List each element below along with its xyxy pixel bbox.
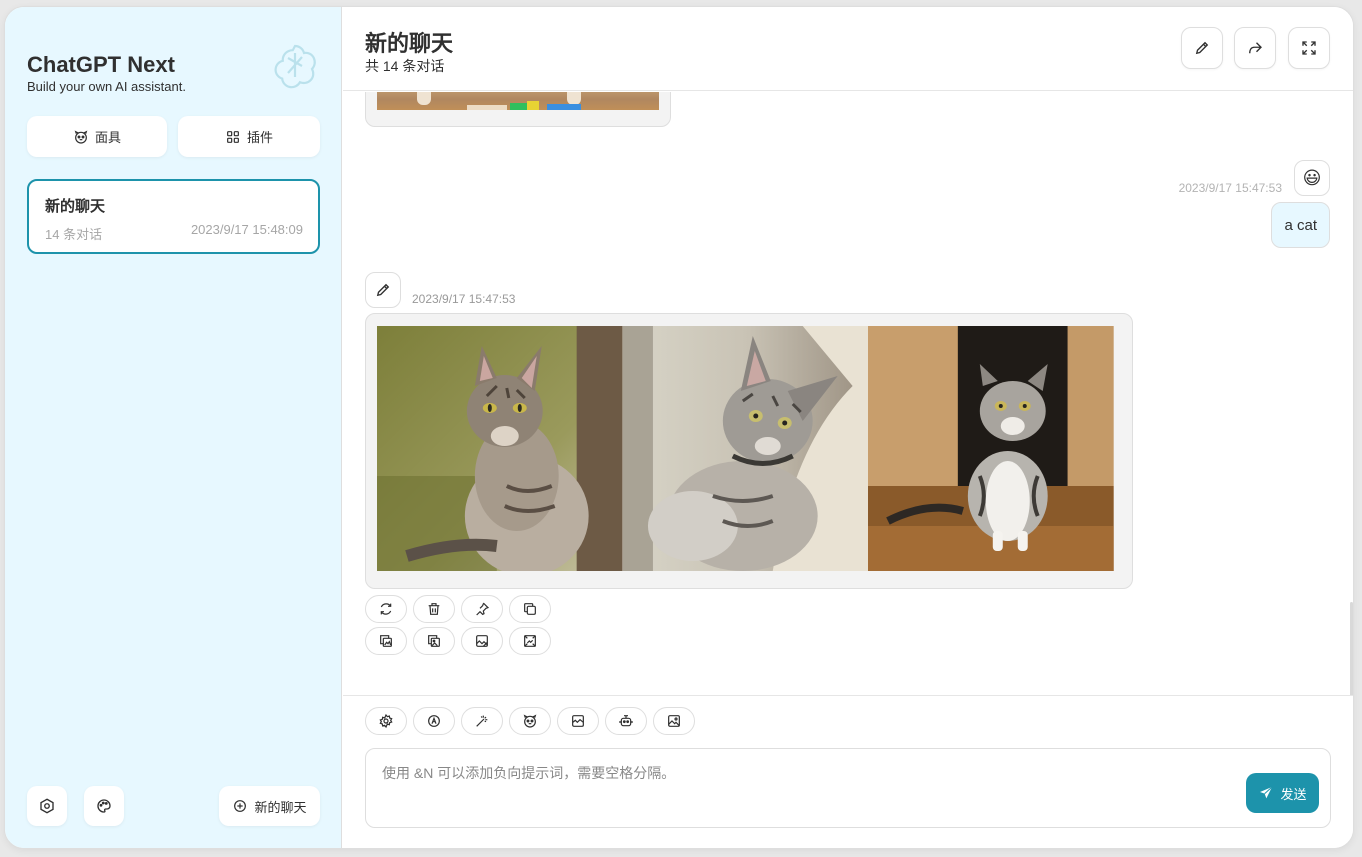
upload-image-button[interactable] bbox=[653, 707, 695, 735]
prompt-hints-button[interactable] bbox=[461, 707, 503, 735]
chat-item-count: 14 条对话 bbox=[45, 227, 103, 242]
brand-subtitle: Build your own AI assistant. bbox=[27, 79, 186, 94]
fullscreen-button[interactable] bbox=[1288, 27, 1330, 69]
settings-button[interactable] bbox=[27, 786, 67, 826]
theme-button[interactable] bbox=[84, 786, 124, 826]
masks-button[interactable]: 面具 bbox=[27, 116, 167, 157]
plugins-button[interactable]: 插件 bbox=[178, 116, 320, 157]
mask-icon bbox=[523, 714, 537, 728]
new-chat-button[interactable]: 新的聊天 bbox=[219, 786, 320, 826]
send-button[interactable]: 发送 bbox=[1246, 773, 1319, 813]
generated-image[interactable] bbox=[868, 326, 1114, 571]
openai-logo-icon bbox=[274, 44, 316, 89]
images-stack-icon bbox=[428, 635, 440, 647]
input-toolbar bbox=[365, 707, 695, 735]
generated-image[interactable] bbox=[622, 326, 869, 571]
pin-icon bbox=[476, 602, 490, 616]
palette-icon bbox=[97, 799, 111, 813]
copy-button[interactable] bbox=[509, 595, 551, 623]
trash-icon bbox=[428, 603, 440, 615]
chat-input-box: 发送 bbox=[365, 748, 1331, 828]
refresh-icon bbox=[380, 603, 392, 615]
generated-image[interactable] bbox=[377, 326, 623, 571]
rename-button[interactable] bbox=[1181, 27, 1223, 69]
chat-item-title: 新的聊天 bbox=[45, 198, 106, 215]
image-variation-alt-button[interactable] bbox=[413, 627, 455, 655]
pencil-icon bbox=[1195, 41, 1209, 55]
share-arrow-icon bbox=[1249, 42, 1262, 54]
delete-button[interactable] bbox=[413, 595, 455, 623]
user-message-date: 2023/9/17 15:47:53 bbox=[1178, 181, 1282, 195]
mask-icon bbox=[74, 129, 88, 144]
share-button[interactable] bbox=[1234, 27, 1276, 69]
chat-header: 新的聊天 共 14 条对话 bbox=[343, 7, 1353, 91]
chat-title[interactable]: 新的聊天 bbox=[365, 26, 453, 58]
settings-hexagon-icon bbox=[40, 798, 54, 814]
previous-generated-image[interactable] bbox=[377, 92, 659, 110]
plugins-label: 插件 bbox=[246, 130, 273, 145]
new-chat-label: 新的聊天 bbox=[254, 799, 307, 815]
chat-main: 新的聊天 共 14 条对话 😃 2023/9/17 15:47:53 a cat bbox=[343, 7, 1353, 848]
chat-list-item[interactable]: 新的聊天 14 条对话 2023/9/17 15:48:09 bbox=[27, 179, 320, 254]
robot-icon bbox=[619, 715, 633, 727]
send-icon bbox=[1260, 786, 1273, 799]
scrollbar[interactable] bbox=[1350, 602, 1353, 695]
plus-circle-icon bbox=[234, 800, 247, 812]
image-upscale-button[interactable] bbox=[509, 627, 551, 655]
image-copy-icon bbox=[380, 635, 392, 647]
bot-message bbox=[365, 313, 1133, 589]
chat-settings-button[interactable] bbox=[365, 707, 407, 735]
pencil-icon bbox=[376, 283, 390, 297]
bot-message-date: 2023/9/17 15:47:53 bbox=[412, 292, 516, 306]
user-message: a cat bbox=[1271, 202, 1330, 248]
model-select-button[interactable] bbox=[605, 707, 647, 735]
plugin-grid-icon bbox=[227, 130, 239, 143]
copy-icon bbox=[524, 603, 536, 615]
brand-title: ChatGPT Next bbox=[27, 52, 175, 77]
chat-item-date: 2023/9/17 15:48:09 bbox=[190, 222, 303, 237]
image-variation-button[interactable] bbox=[365, 627, 407, 655]
retry-button[interactable] bbox=[365, 595, 407, 623]
message-actions-row-2 bbox=[365, 627, 551, 655]
theme-toggle-button[interactable] bbox=[413, 707, 455, 735]
chat-input[interactable] bbox=[366, 749, 1330, 827]
masks-label: 面具 bbox=[94, 130, 121, 145]
pin-button[interactable] bbox=[461, 595, 503, 623]
user-avatar[interactable]: 😃 bbox=[1294, 160, 1330, 196]
broom-image-icon bbox=[572, 715, 584, 727]
message-actions-row-1 bbox=[365, 595, 551, 623]
bot-avatar[interactable] bbox=[365, 272, 401, 308]
image-icon bbox=[668, 715, 680, 727]
clear-context-button[interactable] bbox=[557, 707, 599, 735]
app-window: ChatGPT Next Build your own AI assistant… bbox=[4, 6, 1354, 849]
expand-icon bbox=[1302, 41, 1316, 55]
chat-subtitle: 共 14 条对话 bbox=[365, 58, 445, 74]
message-list[interactable]: 😃 2023/9/17 15:47:53 a cat 2023/9/17 15:… bbox=[343, 92, 1353, 695]
image-edit-button[interactable] bbox=[461, 627, 503, 655]
generated-image-grid bbox=[377, 326, 1114, 571]
auto-theme-icon bbox=[428, 715, 440, 727]
masks-tool-button[interactable] bbox=[509, 707, 551, 735]
image-frame-icon bbox=[524, 635, 536, 647]
sidebar: ChatGPT Next Build your own AI assistant… bbox=[5, 7, 342, 848]
input-panel: 发送 bbox=[343, 695, 1353, 848]
previous-bot-message bbox=[365, 92, 671, 127]
gear-icon bbox=[379, 713, 393, 729]
send-label: 发送 bbox=[1280, 786, 1307, 802]
magic-wand-icon bbox=[476, 715, 488, 727]
image-edit-icon bbox=[476, 635, 488, 647]
